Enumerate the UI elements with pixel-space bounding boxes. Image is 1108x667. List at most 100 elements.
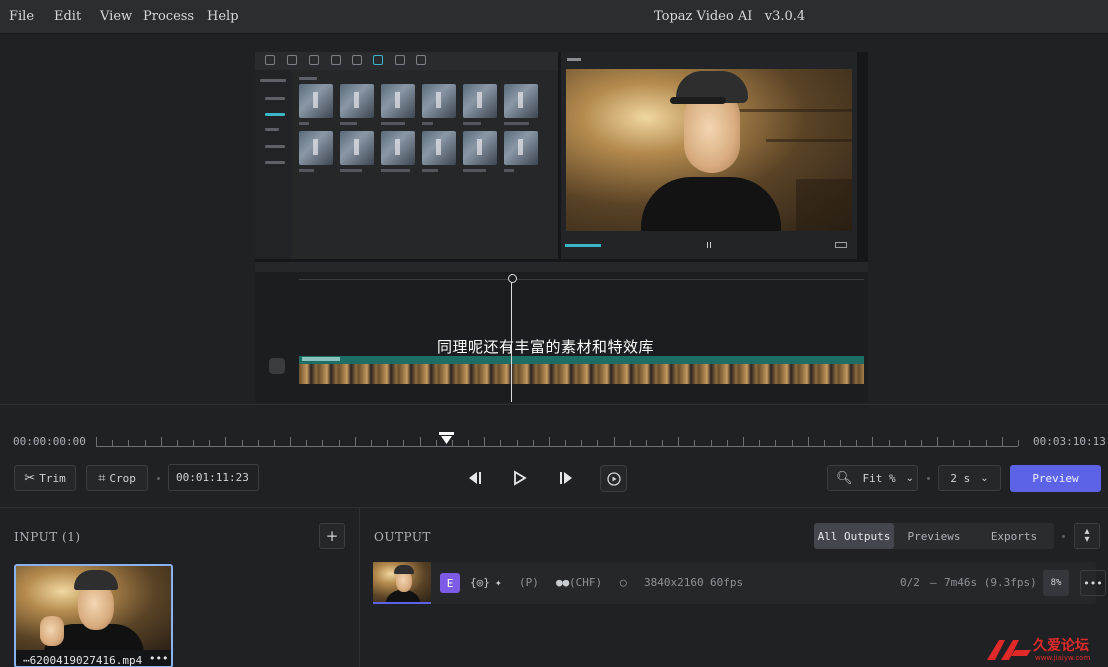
video-preview[interactable]: 同理呢还有丰富的素材和特效库	[0, 35, 1108, 403]
transition-caption	[463, 122, 481, 125]
ruler-tick	[517, 440, 518, 446]
loop-icon	[606, 471, 621, 486]
play-icon[interactable]	[513, 470, 527, 486]
ruler-tick	[759, 440, 760, 446]
menu-help[interactable]: Help	[207, 9, 239, 24]
transition-caption	[422, 122, 433, 125]
zoom-select[interactable]: 🔍︎ Fit % ⌄	[827, 465, 918, 491]
ruler-tick	[355, 437, 356, 446]
trim-button[interactable]: ✂ Trim	[14, 465, 76, 491]
output-title: OUTPUT	[374, 530, 431, 544]
tab-all-outputs[interactable]: All Outputs	[814, 523, 894, 549]
transition-icon	[373, 55, 383, 65]
output-thumbnail	[373, 562, 431, 604]
transition-thumbnail	[381, 84, 415, 118]
ruler-tick	[565, 440, 566, 446]
timeline-ruler-main[interactable]	[96, 429, 1019, 449]
chevron-down-icon: ⌄	[980, 472, 989, 484]
timeline-scrubber[interactable]: 00:00:00:00 00:03:10:13	[0, 404, 1108, 456]
step-forward-icon[interactable]	[557, 470, 575, 486]
ruler-tick	[177, 440, 178, 446]
ruler-tick	[1018, 440, 1019, 446]
output-eta: 7m46s (9.3fps)	[944, 576, 1037, 589]
ruler-tick	[824, 440, 825, 446]
ruler-tick	[306, 440, 307, 446]
menu-view[interactable]: View	[100, 9, 132, 24]
transition-caption	[463, 169, 486, 172]
person-shirt	[385, 590, 421, 602]
editor-timeline: 同理呢还有丰富的素材和特效库	[255, 262, 868, 402]
more-icon[interactable]: •••	[149, 652, 168, 665]
app-name: Topaz Video AI	[654, 9, 753, 24]
step-back-icon[interactable]	[466, 470, 484, 486]
ruler-tick	[420, 437, 421, 446]
stabilize-icon: {◎}	[470, 576, 490, 589]
duration-select[interactable]: 2 s ⌄	[938, 465, 1001, 491]
ruler-tick	[209, 440, 210, 446]
playhead-handle[interactable]	[438, 431, 455, 447]
transition-thumbnail	[381, 131, 415, 165]
ruler-tick	[937, 437, 938, 446]
ruler-tick	[403, 440, 404, 446]
separator-dot	[1062, 535, 1065, 538]
output-more-button[interactable]: •••	[1080, 570, 1106, 596]
add-input-button[interactable]: +	[319, 523, 345, 549]
crop-button[interactable]: ⌗ Crop	[86, 465, 148, 491]
circle-icon: ◯	[620, 576, 627, 589]
menu-file[interactable]: File	[9, 9, 34, 24]
app-title: Topaz Video AI v3.0.4	[654, 9, 805, 24]
pause-icon	[707, 242, 711, 248]
zoom-icon: 🔍︎	[836, 470, 853, 486]
transition-caption	[299, 169, 314, 172]
ruler-tick	[662, 440, 663, 446]
output-row[interactable]: E {◎} ✦ (P) ●● (CHF) ◯ 3840x2160 60fps 0…	[373, 562, 1106, 604]
frame-interp-icon: ●●	[556, 576, 570, 589]
ruler-tick	[727, 440, 728, 446]
menu-edit[interactable]: Edit	[54, 9, 81, 24]
side-item	[265, 161, 285, 164]
output-progress: 0/2	[900, 576, 920, 589]
preview-button[interactable]: Preview	[1010, 465, 1101, 492]
separator-dot	[927, 477, 930, 480]
scissors-icon: ✂	[24, 470, 36, 486]
ruler-tick	[792, 440, 793, 446]
sticker-icon	[331, 55, 341, 65]
duration-label: 2 s	[950, 471, 971, 485]
timecode-field[interactable]: 00:01:11:23	[168, 464, 259, 491]
chf-label: (CHF)	[569, 576, 603, 589]
audio-icon	[287, 55, 297, 65]
preview-mode-button[interactable]	[600, 465, 627, 492]
camera-icon	[269, 358, 285, 374]
sort-button[interactable]: ▴ ▾	[1074, 523, 1100, 549]
ruler-tick	[549, 437, 550, 446]
app-version: v3.0.4	[764, 9, 806, 24]
sort-icon: ▴ ▾	[1084, 526, 1090, 545]
player-video	[566, 69, 852, 231]
editor-media-panel	[255, 52, 558, 259]
transition-thumbnail	[422, 84, 456, 118]
side-item	[265, 97, 285, 100]
crop-icon: ⌗	[98, 470, 106, 486]
ruler-tick	[533, 440, 534, 446]
tab-previews[interactable]: Previews	[894, 523, 974, 549]
transition-thumbnail	[504, 131, 538, 165]
ruler-tick	[112, 440, 113, 446]
ruler-tick	[387, 440, 388, 446]
transition-thumbnail	[299, 131, 333, 165]
ruler-tick	[646, 440, 647, 446]
ruler-tick	[193, 440, 194, 446]
menu-bar: File Edit View Process Help Topaz Video …	[0, 0, 1108, 34]
bottom-panels: INPUT (1) + ⋯6200419027416.mp4 ••• OUTPU…	[0, 507, 1108, 667]
ruler-tick	[694, 440, 695, 446]
tab-exports[interactable]: Exports	[974, 523, 1054, 549]
input-file-card[interactable]: ⋯6200419027416.mp4 •••	[14, 564, 173, 667]
transition-caption	[299, 122, 309, 125]
media-icon	[265, 55, 275, 65]
logo-mark-icon	[987, 640, 1031, 660]
ruler-tick	[128, 440, 129, 446]
shelf	[796, 179, 852, 231]
player-time	[565, 244, 601, 247]
input-thumbnail	[16, 566, 171, 650]
menu-process[interactable]: Process	[143, 9, 194, 24]
ruler-tick	[808, 437, 809, 446]
